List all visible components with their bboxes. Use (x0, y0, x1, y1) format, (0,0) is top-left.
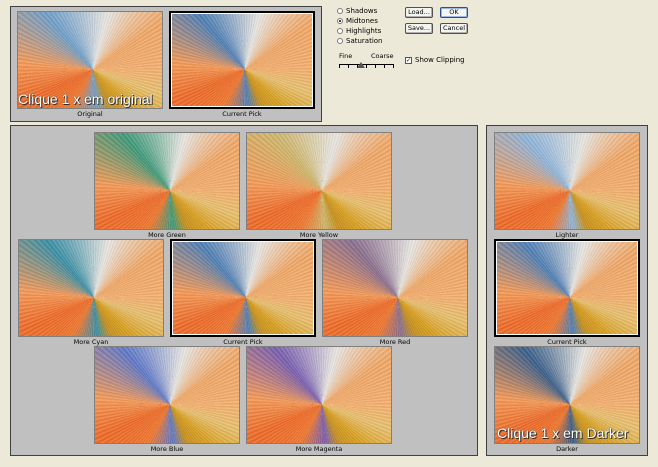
slider-fine-label: Fine (339, 52, 353, 60)
show-clipping-label: Show Clipping (415, 56, 465, 64)
radio-midtones-button[interactable] (337, 17, 343, 24)
lighter-caption: Lighter (555, 231, 579, 239)
radio-midtones[interactable]: Midtones (337, 16, 378, 25)
ok-button[interactable]: OK (440, 7, 468, 18)
more-cyan-thumbnail[interactable] (18, 239, 164, 337)
current-pick-caption-right: Current Pick (547, 338, 587, 346)
radio-shadows[interactable]: Shadows (337, 6, 377, 15)
current-pick-thumbnail-right[interactable] (494, 239, 640, 337)
original-thumbnail[interactable] (17, 11, 163, 109)
current-pick-caption-top: Current Pick (222, 110, 262, 118)
load-button[interactable]: Load... (405, 7, 433, 18)
radio-saturation[interactable]: Saturation (337, 36, 383, 45)
more-red-thumbnail[interactable] (322, 239, 468, 337)
radio-shadows-label: Shadows (346, 6, 378, 15)
radio-highlights-label: Highlights (346, 26, 382, 35)
more-magenta-caption: More Magenta (295, 445, 343, 453)
radio-highlights[interactable]: Highlights (337, 26, 381, 35)
darker-thumbnail[interactable] (494, 346, 640, 444)
slider-coarse-label: Coarse (371, 52, 394, 60)
more-blue-caption: More Blue (150, 445, 184, 453)
lighter-thumbnail[interactable] (494, 132, 640, 230)
more-blue-thumbnail[interactable] (94, 346, 240, 444)
radio-highlights-button[interactable] (337, 27, 343, 34)
more-yellow-caption: More Yellow (299, 231, 339, 239)
show-clipping-checkbox[interactable]: ✓ Show Clipping (405, 56, 465, 64)
cancel-button[interactable]: Cancel (440, 23, 468, 34)
more-green-thumbnail[interactable] (94, 132, 240, 230)
radio-saturation-button[interactable] (337, 37, 343, 44)
more-red-caption: More Red (379, 338, 411, 346)
darker-caption: Darker (556, 445, 578, 453)
save-button[interactable]: Save... (405, 23, 433, 34)
radio-midtones-label: Midtones (346, 16, 378, 25)
radio-saturation-label: Saturation (346, 36, 383, 45)
more-magenta-thumbnail[interactable] (246, 346, 392, 444)
radio-shadows-button[interactable] (337, 7, 343, 14)
more-cyan-caption: More Cyan (73, 338, 109, 346)
original-caption: Original (77, 110, 103, 118)
show-clipping-box[interactable]: ✓ (405, 56, 412, 64)
slider-ticks (339, 65, 394, 68)
current-pick-thumbnail-center[interactable] (170, 239, 316, 337)
more-green-caption: More Green (148, 231, 186, 239)
slider-thumb[interactable] (357, 62, 365, 68)
current-pick-caption-center: Current Pick (223, 338, 263, 346)
current-pick-thumbnail-top[interactable] (169, 11, 315, 109)
fine-coarse-slider[interactable] (339, 60, 394, 70)
more-yellow-thumbnail[interactable] (246, 132, 392, 230)
